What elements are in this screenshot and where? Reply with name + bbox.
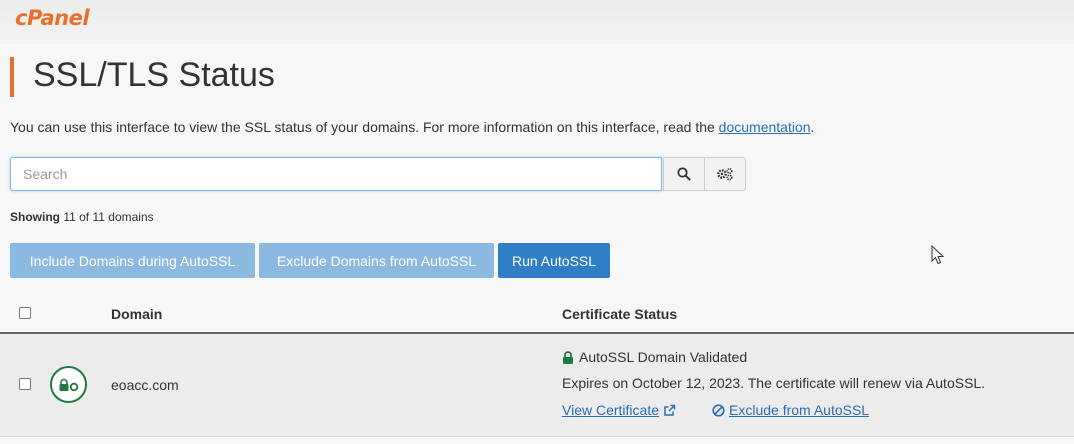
external-link-icon xyxy=(664,404,676,416)
column-header-certificate-status[interactable]: Certificate Status xyxy=(562,306,677,322)
exclude-domains-button[interactable]: Exclude Domains from AutoSSL xyxy=(259,243,494,278)
lock-icon xyxy=(563,350,573,364)
select-all-checkbox[interactable] xyxy=(19,307,31,319)
mouse-pointer-icon xyxy=(931,245,945,265)
showing-count: Showing 11 of 11 domains xyxy=(10,210,154,224)
view-certificate-label: View Certificate xyxy=(562,402,660,418)
row-checkbox[interactable] xyxy=(19,378,31,390)
table-row: eoacc.com AutoSSL Domain Validated Expir… xyxy=(0,334,1074,437)
description-suffix: . xyxy=(810,119,815,135)
cpanel-logo[interactable]: cPanel xyxy=(15,6,90,30)
settings-button[interactable] xyxy=(704,157,746,191)
exclude-from-autossl-link[interactable]: Exclude from AutoSSL xyxy=(712,402,869,418)
description-text: You can use this interface to view the S… xyxy=(10,119,719,135)
gears-icon xyxy=(717,167,733,181)
documentation-link[interactable]: documentation xyxy=(719,119,811,135)
showing-label: Showing xyxy=(10,210,60,224)
status-title-text: AutoSSL Domain Validated xyxy=(579,349,748,365)
top-header: cPanel xyxy=(0,0,1074,44)
run-autossl-button[interactable]: Run AutoSSL xyxy=(498,243,610,278)
title-accent-bar xyxy=(10,57,14,97)
search-button[interactable] xyxy=(663,157,705,191)
secure-lock-icon xyxy=(50,366,87,403)
certificate-expiry-text: Expires on October 12, 2023. The certifi… xyxy=(562,375,986,391)
search-icon xyxy=(677,167,691,181)
exclude-from-autossl-label: Exclude from AutoSSL xyxy=(729,402,870,418)
showing-text: 11 of 11 domains xyxy=(63,210,154,224)
search-input[interactable] xyxy=(10,157,662,191)
row-domain: eoacc.com xyxy=(111,377,179,393)
column-header-domain[interactable]: Domain xyxy=(111,306,162,322)
page-title: SSL/TLS Status xyxy=(33,56,275,94)
table-header: Domain Certificate Status xyxy=(0,296,1074,334)
include-domains-button[interactable]: Include Domains during AutoSSL xyxy=(10,243,255,278)
ban-icon xyxy=(712,403,725,417)
view-certificate-link[interactable]: View Certificate xyxy=(562,402,676,418)
certificate-status-title: AutoSSL Domain Validated xyxy=(562,349,747,365)
page-description: You can use this interface to view the S… xyxy=(10,119,814,135)
